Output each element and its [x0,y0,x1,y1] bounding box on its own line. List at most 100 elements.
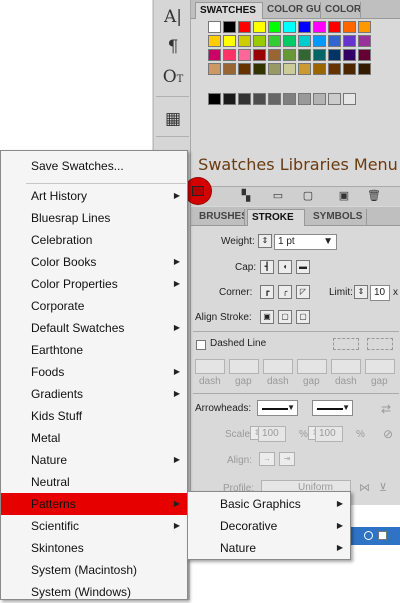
opentype-icon[interactable]: OT [162,66,184,88]
menu-item-skintones[interactable]: Skintones [1,537,187,559]
color-swatch[interactable] [253,49,266,61]
color-swatch[interactable] [208,21,221,33]
color-swatch[interactable] [268,21,281,33]
round-cap-button[interactable]: ◖ [278,260,292,274]
gray-swatch[interactable] [343,93,356,105]
show-kinds-icon[interactable]: ▚ [239,190,253,203]
tab-brushes[interactable]: BRUSHES [195,209,245,226]
color-swatch[interactable] [223,35,236,47]
round-join-button[interactable]: ╭ [278,285,292,299]
menu-item-kids-stuff[interactable]: Kids Stuff [1,405,187,427]
selection-square-icon[interactable] [378,531,387,540]
menu-item-bluesrap-lines[interactable]: Bluesrap Lines [1,207,187,229]
menu-item-save-swatches[interactable]: Save Swatches... [1,155,187,177]
flip-across-icon[interactable]: ⊻ [379,481,387,494]
align-center-button[interactable]: ▣ [260,310,274,324]
miter-join-button[interactable]: ┏ [260,285,274,299]
gray-swatch[interactable] [328,93,341,105]
gray-swatch[interactable] [253,93,266,105]
link-scale-icon[interactable]: ⊘ [383,427,393,441]
submenu-item-basic-graphics[interactable]: Basic Graphics ▶ [188,493,350,515]
arrow-tip-at-end-button[interactable]: ⇥ [279,452,295,466]
menu-item-patterns[interactable]: Patterns ▶ [1,493,187,515]
menu-item-color-properties[interactable]: Color Properties ▶ [1,273,187,295]
menu-item-color-books[interactable]: Color Books ▶ [1,251,187,273]
color-swatch[interactable] [328,21,341,33]
scale-end-field[interactable]: 100 [315,426,343,442]
color-swatch[interactable] [283,35,296,47]
color-swatch[interactable] [283,49,296,61]
end-arrowhead-select[interactable]: ▼ [312,400,353,416]
color-swatch[interactable] [358,21,371,33]
color-swatch[interactable] [238,35,251,47]
start-arrowhead-select[interactable]: ▼ [257,400,298,416]
color-swatch[interactable] [298,21,311,33]
new-color-group-icon[interactable]: ▢ [301,190,315,203]
color-swatch[interactable] [298,49,311,61]
color-swatch[interactable] [313,21,326,33]
color-swatch[interactable] [298,35,311,47]
dash-field-3[interactable] [331,359,361,374]
menu-item-gradients[interactable]: Gradients ▶ [1,383,187,405]
color-swatch[interactable] [298,63,311,75]
color-swatch[interactable] [223,63,236,75]
swatch-options-icon[interactable]: ▭ [271,190,285,203]
menu-item-earthtone[interactable]: Earthtone [1,339,187,361]
menu-item-metal[interactable]: Metal [1,427,187,449]
dash-preserve-icon[interactable] [333,338,359,350]
color-swatch[interactable] [253,35,266,47]
color-swatch[interactable] [313,49,326,61]
dashed-line-checkbox[interactable] [196,340,206,350]
menu-item-corporate[interactable]: Corporate [1,295,187,317]
tab-color[interactable]: COLOR [321,2,361,19]
dash-field-2[interactable] [263,359,293,374]
color-swatch[interactable] [358,35,371,47]
color-swatch[interactable] [313,35,326,47]
weight-field[interactable]: 1 pt ▼ [274,234,337,250]
dash-field-1[interactable] [195,359,225,374]
menu-item-celebration[interactable]: Celebration [1,229,187,251]
color-swatch[interactable] [253,63,266,75]
tab-swatches[interactable]: SWATCHES [195,2,263,19]
color-swatch[interactable] [283,63,296,75]
align-outside-button[interactable]: ▢ [296,310,310,324]
submenu-item-nature[interactable]: Nature ▶ [188,537,350,559]
bevel-join-button[interactable]: ◸ [296,285,310,299]
butt-cap-button[interactable]: ┫ [260,260,274,274]
color-swatch[interactable] [343,35,356,47]
gap-field-1[interactable] [229,359,259,374]
delete-swatch-icon[interactable]: 🗑 [367,190,381,203]
gray-swatch[interactable] [238,93,251,105]
color-swatch[interactable] [238,63,251,75]
menu-item-default-swatches[interactable]: Default Swatches ▶ [1,317,187,339]
color-swatch[interactable] [328,35,341,47]
menu-item-scientific[interactable]: Scientific ▶ [1,515,187,537]
color-swatch[interactable] [208,63,221,75]
color-swatch[interactable] [223,21,236,33]
color-swatch[interactable] [328,63,341,75]
paragraph-icon[interactable]: ¶ [162,36,184,58]
text-tool-icon[interactable]: A| [162,6,184,28]
swap-arrowheads-icon[interactable]: ⇄ [381,402,391,416]
color-swatch[interactable] [268,63,281,75]
gap-field-3[interactable] [365,359,395,374]
menu-item-system-macintosh[interactable]: System (Macintosh) [1,559,187,581]
color-swatch[interactable] [253,21,266,33]
target-circle-icon[interactable] [364,531,373,540]
gray-swatch[interactable] [313,93,326,105]
gray-swatch[interactable] [298,93,311,105]
gray-swatch[interactable] [283,93,296,105]
color-swatch[interactable] [238,21,251,33]
color-swatch[interactable] [268,49,281,61]
weight-dropdown-icon[interactable]: ▼ [323,235,333,249]
flip-along-icon[interactable]: ⋈ [359,481,370,494]
color-swatch[interactable] [343,21,356,33]
color-swatch[interactable] [208,49,221,61]
arrow-tip-beyond-button[interactable]: → [259,452,275,466]
menu-item-nature[interactable]: Nature ▶ [1,449,187,471]
color-swatch[interactable] [283,21,296,33]
color-swatch[interactable] [328,49,341,61]
gap-field-2[interactable] [297,359,327,374]
scale-start-field[interactable]: 100 [258,426,286,442]
color-swatch[interactable] [358,63,371,75]
